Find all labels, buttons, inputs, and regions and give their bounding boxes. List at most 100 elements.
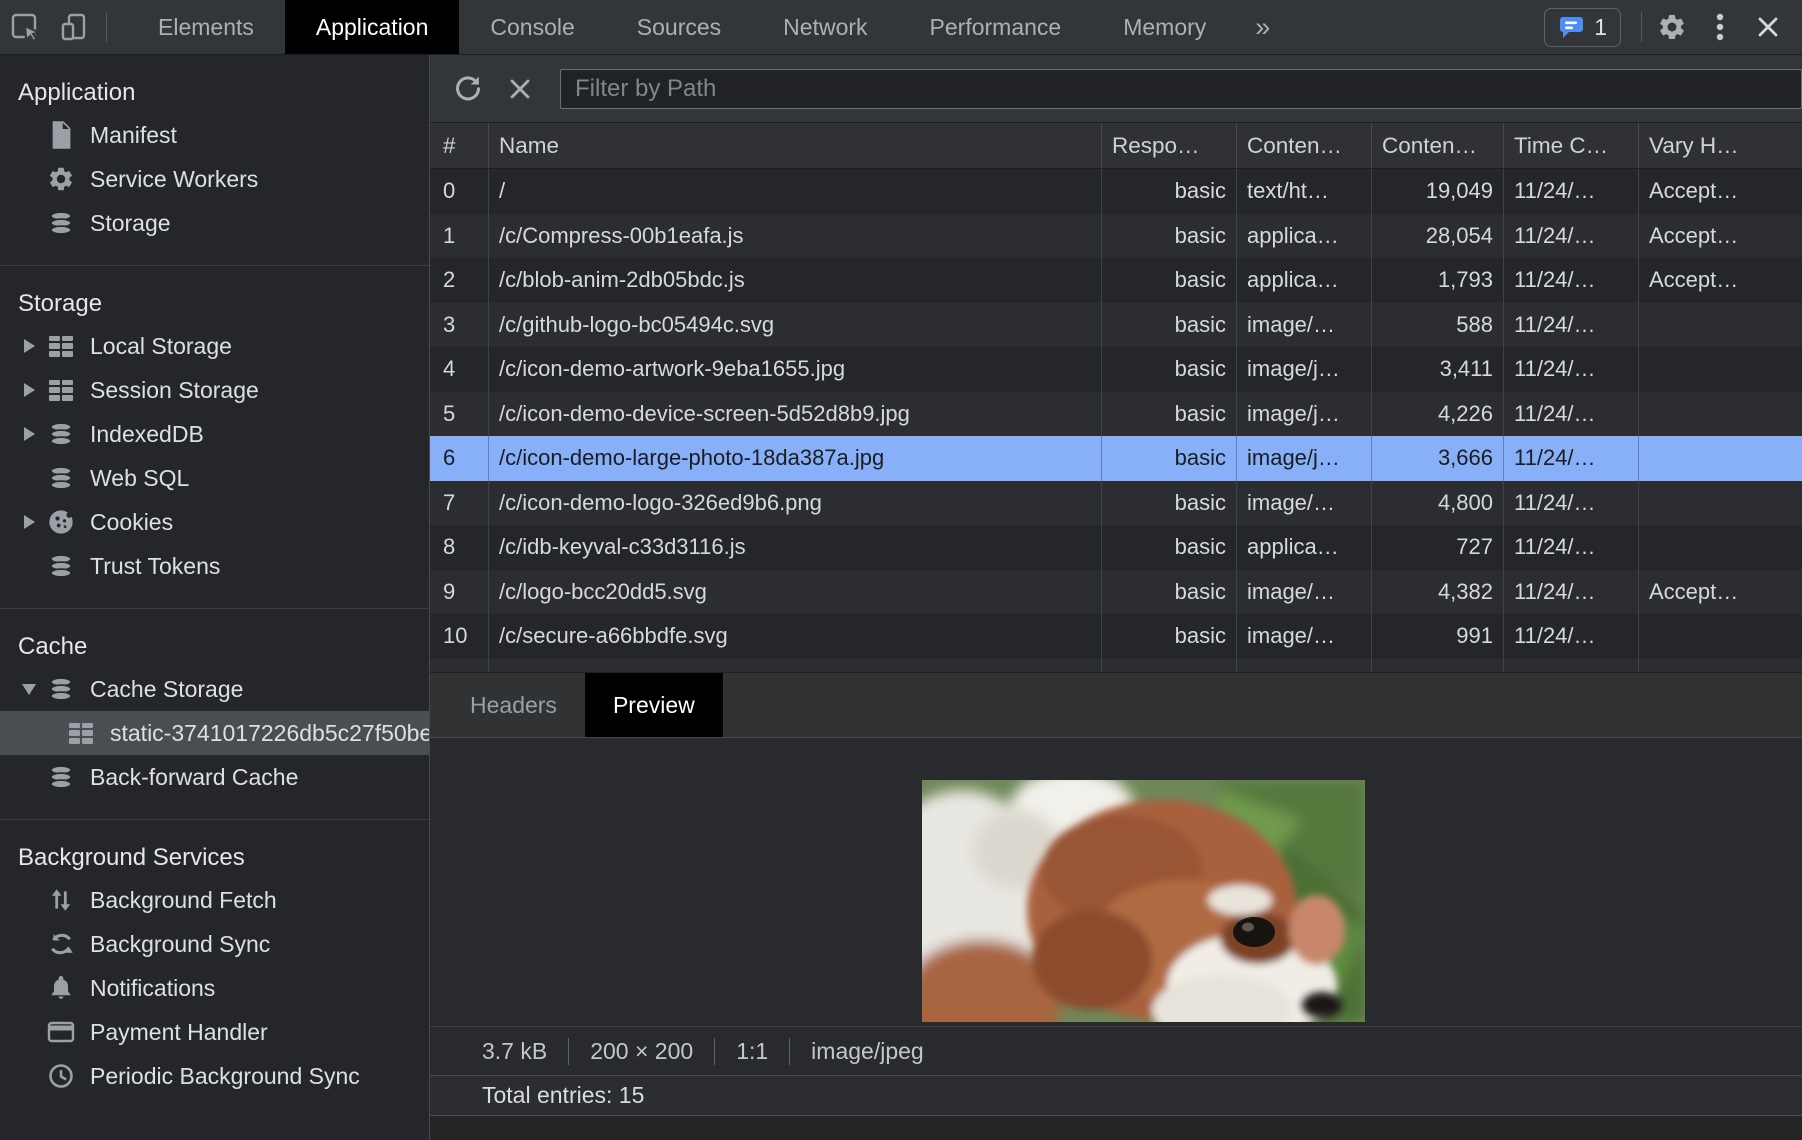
database-icon <box>44 464 78 492</box>
inspect-element-button[interactable] <box>0 0 50 54</box>
devtools-menu-button[interactable] <box>1696 11 1744 43</box>
cell-7-6 <box>1639 481 1802 526</box>
cell-8-2: basic <box>1102 525 1237 570</box>
sidebar-item-cookies[interactable]: Cookies <box>0 500 429 544</box>
panel-tab-network[interactable]: Network <box>752 0 898 54</box>
sidebar-item-label: Payment Handler <box>90 1019 268 1046</box>
cell-4-3: image/j… <box>1237 347 1372 392</box>
cell-7-2: basic <box>1102 481 1237 526</box>
sidebar-item-back-forward-cache[interactable]: Back-forward Cache <box>0 755 429 799</box>
sidebar-item-label: Local Storage <box>90 333 232 360</box>
cell-8-4: 727 <box>1372 525 1504 570</box>
table-row[interactable]: 3/c/github-logo-bc05494c.svgbasicimage/…… <box>430 303 1802 348</box>
chevron-right-icon[interactable] <box>14 427 44 441</box>
cell-1-3: applica… <box>1237 214 1372 259</box>
table-row[interactable]: 5/c/icon-demo-device-screen-5d52d8b9.jpg… <box>430 392 1802 437</box>
table-row[interactable]: 4/c/icon-demo-artwork-9eba1655.jpgbasici… <box>430 347 1802 392</box>
panel-tabs: ElementsApplicationConsoleSourcesNetwork… <box>127 0 1237 54</box>
chevron-right-icon[interactable] <box>14 383 44 397</box>
sidebar-item-periodic-background-sync[interactable]: Periodic Background Sync <box>0 1054 429 1098</box>
table-icon <box>64 721 98 745</box>
cell-0-6: Accept… <box>1639 169 1802 214</box>
column-header-2[interactable]: Respo… <box>1102 123 1237 168</box>
cell-7-0: 7 <box>430 481 489 526</box>
sidebar-item-cache-storage[interactable]: Cache Storage <box>0 667 429 711</box>
cell-9-3: image/… <box>1237 570 1372 615</box>
cell-8-5: 11/24/… <box>1504 525 1639 570</box>
panel-tab-performance[interactable]: Performance <box>899 0 1093 54</box>
settings-button[interactable] <box>1648 12 1696 42</box>
sidebar-item-static-3741017226db5c27f50be[interactable]: static-3741017226db5c27f50be <box>0 711 429 755</box>
chevron-right-icon[interactable] <box>14 339 44 353</box>
cell-5-4: 4,226 <box>1372 392 1504 437</box>
table-row[interactable]: 8/c/idb-keyval-c33d3116.jsbasicapplica…7… <box>430 525 1802 570</box>
sidebar-item-label: static-3741017226db5c27f50be <box>110 720 429 747</box>
column-header-6[interactable]: Vary H… <box>1639 123 1802 168</box>
filter-by-path-input[interactable] <box>560 69 1802 109</box>
sidebar-item-background-sync[interactable]: Background Sync <box>0 922 429 966</box>
table-row[interactable]: 11/c/simple-253b3ad5.svgbasicimage/…3771… <box>430 659 1802 673</box>
cell-1-6: Accept… <box>1639 214 1802 259</box>
table-row[interactable]: 9/c/logo-bcc20dd5.svgbasicimage/…4,38211… <box>430 570 1802 615</box>
cookie-icon <box>44 508 78 536</box>
image-status-bar: 3.7 kB200 × 2001:1image/jpeg <box>430 1026 1802 1075</box>
column-header-1[interactable]: Name <box>489 123 1102 168</box>
tab-preview[interactable]: Preview <box>585 673 723 737</box>
sidebar-item-notifications[interactable]: Notifications <box>0 966 429 1010</box>
cell-5-1: /c/icon-demo-device-screen-5d52d8b9.jpg <box>489 392 1102 437</box>
devtools-tab-bar: ElementsApplicationConsoleSourcesNetwork… <box>0 0 1802 55</box>
sidebar-item-background-fetch[interactable]: Background Fetch <box>0 878 429 922</box>
devtools-window: ElementsApplicationConsoleSourcesNetwork… <box>0 0 1802 1140</box>
panel-tab-console[interactable]: Console <box>459 0 605 54</box>
issues-button[interactable]: 1 <box>1544 8 1621 47</box>
cell-11-2: basic <box>1102 659 1237 673</box>
table-row[interactable]: 1/c/Compress-00b1eafa.jsbasicapplica…28,… <box>430 214 1802 259</box>
column-header-3[interactable]: Conten… <box>1237 123 1372 168</box>
cell-10-1: /c/secure-a66bbdfe.svg <box>489 614 1102 659</box>
sidebar-item-web-sql[interactable]: Web SQL <box>0 456 429 500</box>
sidebar-item-manifest[interactable]: Manifest <box>0 113 429 157</box>
cell-2-1: /c/blob-anim-2db05bdc.js <box>489 258 1102 303</box>
clear-filter-button[interactable] <box>494 77 546 101</box>
toggle-device-toolbar-button[interactable] <box>50 0 100 54</box>
cell-9-0: 9 <box>430 570 489 615</box>
sidebar-item-indexeddb[interactable]: IndexedDB <box>0 412 429 456</box>
tab-headers[interactable]: Headers <box>442 673 585 737</box>
close-devtools-button[interactable] <box>1744 15 1792 39</box>
table-row[interactable]: 10/c/secure-a66bbdfe.svgbasicimage/…9911… <box>430 614 1802 659</box>
sidebar-item-label: Cookies <box>90 509 173 536</box>
sidebar-item-trust-tokens[interactable]: Trust Tokens <box>0 544 429 588</box>
more-tabs-button[interactable]: » <box>1237 0 1288 54</box>
sidebar-item-label: Web SQL <box>90 465 189 492</box>
gear-icon <box>44 165 78 193</box>
column-header-4[interactable]: Conten… <box>1372 123 1504 168</box>
table-row[interactable]: 0/basictext/ht…19,04911/24/…Accept… <box>430 169 1802 214</box>
sidebar-item-session-storage[interactable]: Session Storage <box>0 368 429 412</box>
column-header-0[interactable]: # <box>430 123 489 168</box>
cell-9-6: Accept… <box>1639 570 1802 615</box>
cell-2-2: basic <box>1102 258 1237 303</box>
sidebar-item-storage[interactable]: Storage <box>0 201 429 245</box>
table-row[interactable]: 7/c/icon-demo-logo-326ed9b6.pngbasicimag… <box>430 481 1802 526</box>
total-entries-bar: Total entries: 15 <box>430 1075 1802 1116</box>
column-header-5[interactable]: Time C… <box>1504 123 1639 168</box>
sidebar-item-payment-handler[interactable]: Payment Handler <box>0 1010 429 1054</box>
bottom-fill <box>430 1116 1802 1140</box>
cell-9-2: basic <box>1102 570 1237 615</box>
chevron-right-icon[interactable] <box>14 515 44 529</box>
cell-6-0: 6 <box>430 436 489 481</box>
sidebar-item-local-storage[interactable]: Local Storage <box>0 324 429 368</box>
cell-2-0: 2 <box>430 258 489 303</box>
panel-tab-memory[interactable]: Memory <box>1092 0 1237 54</box>
panel-tab-elements[interactable]: Elements <box>127 0 285 54</box>
cell-0-2: basic <box>1102 169 1237 214</box>
cell-3-6 <box>1639 303 1802 348</box>
table-row[interactable]: 2/c/blob-anim-2db05bdc.jsbasicapplica…1,… <box>430 258 1802 303</box>
chevron-down-icon[interactable] <box>14 684 44 695</box>
cell-4-4: 3,411 <box>1372 347 1504 392</box>
panel-tab-application[interactable]: Application <box>285 0 460 54</box>
refresh-button[interactable] <box>442 74 494 104</box>
sidebar-item-service-workers[interactable]: Service Workers <box>0 157 429 201</box>
panel-tab-sources[interactable]: Sources <box>606 0 752 54</box>
table-row[interactable]: 6/c/icon-demo-large-photo-18da387a.jpgba… <box>430 436 1802 481</box>
